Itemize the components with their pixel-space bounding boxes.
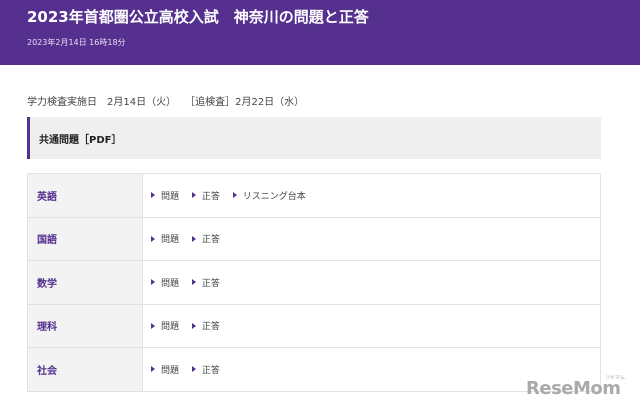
triangle-right-icon [151,322,155,329]
table-row: 社会 問題 正答 [27,347,601,392]
triangle-right-icon [191,366,196,373]
triangle-right-icon [191,279,196,286]
question-link[interactable]: 問題 [151,276,179,289]
triangle-right-icon [151,192,155,199]
link-label: 問題 [161,278,180,289]
link-label: 問題 [161,235,180,246]
question-link[interactable]: 問題 [151,189,179,202]
listening-script-link[interactable]: リスニング台本 [232,189,306,202]
link-label: 正答 [201,191,220,202]
answer-link[interactable]: 正答 [191,276,220,289]
link-label: 問題 [161,191,180,202]
links-cell: 問題 正答 [142,303,601,348]
table-row: 理科 問題 正答 [27,303,601,348]
page-header: 2023年首都圏公立高校入試 神奈川の問題と正答 2023年2月14日 16時1… [0,0,640,65]
triangle-right-icon [151,235,155,242]
exam-date-supplementary: ［追検査］2月22日（水） [190,97,305,108]
page-title: 2023年首都圏公立高校入試 神奈川の問題と正答 [27,8,369,26]
links-cell: 問題 正答 [142,216,601,261]
link-label: 正答 [201,322,220,333]
subject-name: 理科 [27,303,143,348]
table-row: 国語 問題 正答 [27,216,601,261]
subject-table: 英語 問題 正答 リスニング台本 国語 問題 正答 数学 問題 正答 理科 問題… [27,173,601,392]
links-cell: 問題 正答 [142,260,601,305]
triangle-right-icon [151,279,155,286]
triangle-right-icon [151,366,155,373]
section-title: 共通問題［PDF］ [39,135,122,146]
resemom-logo: ReseMom [526,378,621,399]
subject-name: 国語 [27,216,143,261]
answer-link[interactable]: 正答 [191,363,220,376]
link-label: リスニング台本 [242,191,306,202]
triangle-right-icon [191,235,196,242]
question-link[interactable]: 問題 [151,319,179,332]
question-link[interactable]: 問題 [151,232,179,245]
triangle-right-icon [191,192,196,199]
answer-link[interactable]: 正答 [191,319,220,333]
link-label: 問題 [161,322,180,333]
link-label: 正答 [201,278,220,289]
publish-date: 2023年2月14日 16時18分 [27,38,126,47]
table-row: 英語 問題 正答 リスニング台本 [27,173,601,218]
answer-link[interactable]: 正答 [191,189,220,202]
subject-name: 数学 [27,260,143,305]
exam-schedule: 学力検査実施日 2月14日（火） ［追検査］2月22日（水） [27,93,304,108]
link-label: 正答 [201,235,220,246]
triangle-right-icon [232,192,237,199]
section-header: 共通問題［PDF］ [27,117,601,159]
link-label: 問題 [161,365,180,376]
question-link[interactable]: 問題 [151,363,179,376]
links-cell: 問題 正答 リスニング台本 [142,173,601,218]
answer-link[interactable]: 正答 [191,232,220,246]
exam-date-main: 学力検査実施日 2月14日（火） [27,97,177,108]
triangle-right-icon [191,322,196,329]
subject-name: 社会 [27,347,143,392]
link-label: 正答 [201,365,220,376]
table-row: 数学 問題 正答 [27,260,601,305]
subject-name: 英語 [27,173,143,218]
